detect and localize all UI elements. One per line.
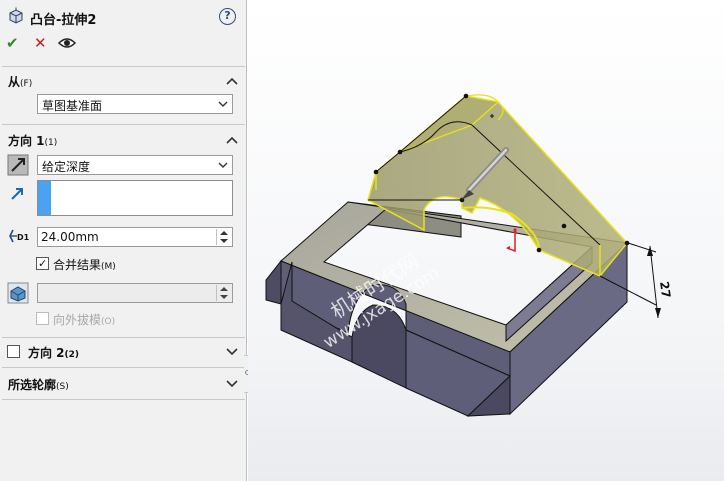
chevron-down-icon[interactable] <box>226 347 238 357</box>
end-condition-select[interactable]: 给定深度 <box>37 155 233 175</box>
spin-up-icon[interactable] <box>219 230 229 236</box>
merge-result-checkbox[interactable]: ✓ <box>36 257 49 270</box>
check-mark-icon: ✓ <box>38 257 48 270</box>
depth-value: 24.00mm <box>41 230 99 244</box>
draft-outward-text: 向外拔模 <box>53 313 102 327</box>
direction-arrow-icon <box>11 188 23 200</box>
direction-vector-selection-box[interactable] <box>37 180 233 216</box>
depth-icon-label: D1 <box>17 233 30 242</box>
chevron-up-icon[interactable] <box>226 76 238 86</box>
spin-down-icon[interactable] <box>219 238 229 244</box>
preview-eye-icon[interactable] <box>58 36 76 50</box>
divider <box>2 367 245 368</box>
depth-spinner[interactable] <box>216 229 231 245</box>
direction2-label: 方向 2(2) <box>28 344 79 361</box>
direction1-section-header[interactable]: 方向 1(1) <box>8 132 57 149</box>
direction2-title: 方向 2 <box>28 346 65 360</box>
draft-angle-spinner[interactable] <box>216 285 231 301</box>
divider <box>2 399 245 400</box>
draft-outward-shortcut: (O) <box>101 317 116 327</box>
spin-up-icon[interactable] <box>219 286 229 292</box>
direction1-shortcut: (1) <box>44 138 58 148</box>
graphics-viewport[interactable]: 27 机械时代网 www.jxage.com <box>248 0 724 481</box>
draft-outward-checkbox[interactable] <box>36 312 49 325</box>
start-condition-value: 草图基准面 <box>42 99 103 113</box>
merge-result-shortcut: (M) <box>101 262 116 272</box>
feature-title: 凸台-拉伸2 <box>30 13 97 28</box>
direction1-title: 方向 1 <box>8 134 45 148</box>
chevron-up-icon[interactable] <box>226 135 238 145</box>
model-view[interactable]: 27 <box>248 0 724 481</box>
ok-button[interactable]: ✔ <box>6 34 19 52</box>
chevron-down-icon <box>218 101 228 107</box>
reverse-direction-icon[interactable] <box>7 154 29 176</box>
direction2-shortcut: (2) <box>64 350 80 360</box>
divider <box>2 124 245 125</box>
start-condition-select[interactable]: 草图基准面 <box>37 94 233 114</box>
depth-input[interactable]: 24.00mm <box>37 227 233 247</box>
draft-angle-input[interactable] <box>37 283 233 303</box>
side-face <box>265 259 282 305</box>
help-icon[interactable]: ? <box>219 8 236 25</box>
property-manager-panel: 凸台-拉伸2 ? ✔ ✕ 从(F) 草图基准面 方向 1(1) 给定深度 D1 … <box>0 0 247 481</box>
chevron-down-icon[interactable] <box>226 379 238 389</box>
from-section-header[interactable]: 从(F) <box>8 73 32 90</box>
end-condition-value: 给定深度 <box>42 160 91 174</box>
chevron-down-icon <box>218 162 228 168</box>
depth-icon: D1 <box>8 228 34 246</box>
from-section-shortcut: (F) <box>20 79 33 89</box>
direction2-checkbox[interactable] <box>7 345 20 358</box>
draft-outward-label: 向外拔模(O) <box>53 311 115 328</box>
cancel-button[interactable]: ✕ <box>34 34 47 52</box>
merge-result-text: 合并结果 <box>53 258 102 272</box>
active-selection-indicator <box>38 181 51 215</box>
boss-extrude-icon <box>9 7 23 24</box>
divider <box>2 66 245 67</box>
merge-result-label: 合并结果(M) <box>53 256 116 273</box>
divider <box>2 337 245 338</box>
spin-down-icon[interactable] <box>219 294 229 300</box>
dimension-value[interactable]: 27 <box>657 280 673 298</box>
selected-contours-title: 所选轮廓 <box>8 378 57 392</box>
feature-title-bar: 凸台-拉伸2 ? <box>0 0 247 32</box>
from-section-title: 从 <box>8 75 21 89</box>
selected-contours-shortcut: (S) <box>56 382 69 392</box>
draft-icon[interactable] <box>7 282 29 304</box>
selected-contours-section-header[interactable]: 所选轮廓(S) <box>8 376 69 393</box>
